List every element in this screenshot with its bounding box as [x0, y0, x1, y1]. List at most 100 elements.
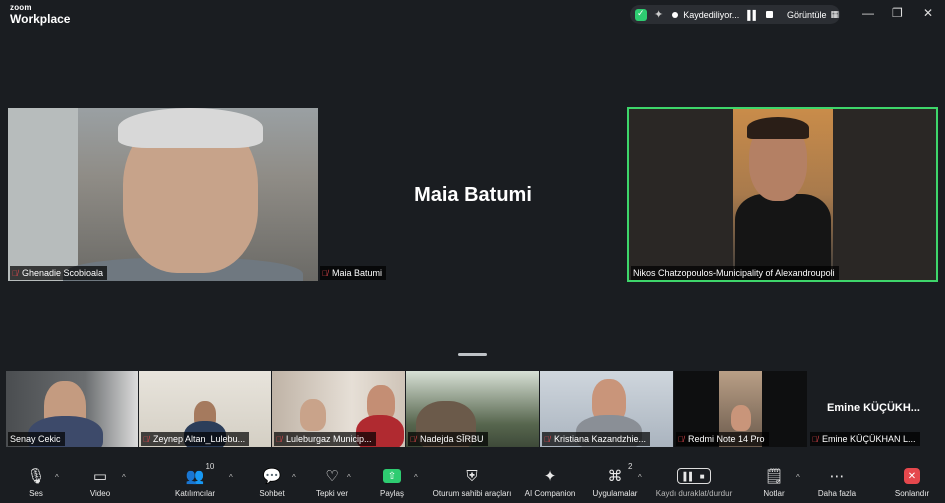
share-options-chevron-icon[interactable]: ^ — [414, 473, 418, 482]
apps-options-chevron-icon[interactable]: ^ — [638, 473, 642, 482]
share-screen-icon: ⇧ — [383, 469, 401, 483]
encryption-shield-icon[interactable] — [635, 8, 647, 21]
ai-companion-icon: ✦ — [543, 468, 557, 485]
participant-hair — [747, 117, 809, 139]
participant-name: Ghenadie Scobioala — [22, 268, 104, 278]
close-icon[interactable]: ✕ — [923, 6, 933, 20]
participant-display-name: Emine KÜÇÜKH... — [827, 402, 920, 414]
more-button[interactable]: ⋯ Daha fazla — [816, 461, 858, 503]
gallery-tile-emine[interactable]: Emine KÜÇÜKH... 🎙̸ Emine KÜÇÜKHAN L... — [808, 371, 939, 447]
notes-label: Notlar — [763, 489, 785, 498]
notes-icon: 🗒 — [764, 468, 784, 485]
video-options-chevron-icon[interactable]: ^ — [122, 473, 126, 482]
audio-label: Ses — [29, 489, 43, 498]
participant-name: Nikos Chatzopoulos-Municipality of Alexa… — [633, 268, 835, 278]
participants-options-chevron-icon[interactable]: ^ — [229, 473, 233, 482]
mic-muted-icon: 🎙̸ — [143, 434, 149, 444]
gallery-tile-nadejda[interactable]: 🎙̸ Nadejda SÎRBU — [406, 371, 539, 447]
more-icon: ⋯ — [829, 468, 845, 485]
share-button[interactable]: ⇧ Paylaş — [376, 461, 408, 503]
participant-name-label: 🎙̸ Maia Batumi — [320, 266, 387, 280]
react-button[interactable]: ♡ Tepki ver — [312, 461, 352, 503]
participant-name-label: 🎙̸ Emine KÜÇÜKHAN L... — [810, 432, 920, 446]
apps-icon: ⌘ 2 — [607, 462, 633, 485]
shield-icon: ⛨ — [466, 467, 478, 485]
recording-dot-icon — [672, 11, 679, 18]
participant-display-name: Maia Batumi — [414, 184, 532, 206]
notes-button[interactable]: 🗒 Notlar — [760, 461, 788, 503]
end-icon: ✕ — [904, 468, 920, 484]
grid-view-icon[interactable]: ▦ — [831, 9, 840, 20]
background-wall — [8, 108, 78, 281]
gallery-tile-redmi[interactable]: 🎙̸ Redmi Note 14 Pro — [674, 371, 807, 447]
microphone-icon: 🎙 — [26, 468, 46, 485]
chat-button[interactable]: 💬 Sohbet — [256, 461, 288, 503]
gallery-tile-luleburgaz[interactable]: 🎙̸ Luleburgaz Municip... — [272, 371, 405, 447]
chat-options-chevron-icon[interactable]: ^ — [292, 473, 296, 482]
recording-status: Kaydediliyor... — [683, 9, 740, 20]
zoom-workplace-logo: zoom Workplace — [10, 3, 71, 26]
camera-icon: ▭ — [92, 468, 108, 485]
participant-name-label: 🎙̸ Redmi Note 14 Pro — [676, 432, 769, 446]
ai-companion-label: AI Companion — [524, 489, 576, 498]
participants-icon: 👥 10 — [185, 462, 215, 485]
gallery-tile-senay[interactable]: Senay Cekic — [6, 371, 138, 447]
participants-button[interactable]: 👥 10 Katılımcılar — [172, 461, 218, 503]
stop-recording-icon[interactable] — [766, 11, 774, 18]
mic-muted-icon: 🎙̸ — [12, 268, 18, 278]
chat-label: Sohbet — [259, 489, 285, 498]
video-button[interactable]: ▭ Video — [84, 461, 116, 503]
host-tools-label: Oturum sahibi araçları — [432, 489, 512, 498]
view-button[interactable]: Görüntüle — [787, 10, 827, 20]
record-control-label: Kaydı duraklat/durdur — [655, 489, 733, 498]
participant-name: Senay Cekic — [10, 434, 61, 444]
minimize-icon[interactable]: — — [862, 6, 874, 20]
pause-stop-recording-icon: ▌▌ ■ — [677, 468, 711, 484]
participant-face — [731, 405, 751, 431]
ai-sparkle-icon[interactable]: ✦ — [654, 8, 663, 21]
mic-muted-icon: 🎙̸ — [678, 434, 684, 444]
react-label: Tepki ver — [315, 489, 348, 498]
apps-button[interactable]: ⌘ 2 Uygulamalar — [590, 461, 640, 503]
participant-name: Emine KÜÇÜKHAN L... — [822, 434, 916, 444]
title-bar: zoom Workplace ✦ Kaydediliyor... ▌▌ Görü… — [0, 0, 945, 30]
end-label: Sonlandır — [894, 489, 930, 498]
participant-name: Nadejda SÎRBU — [420, 434, 484, 444]
participant-name-label: 🎙̸ Zeynep Altan_Lulebu... — [141, 432, 250, 446]
end-meeting-button[interactable]: ✕ Sonlandır — [892, 461, 932, 503]
participant-name: Zeynep Altan_Lulebu... — [153, 434, 246, 444]
audio-options-chevron-icon[interactable]: ^ — [55, 473, 59, 482]
more-label: Daha fazla — [817, 489, 857, 498]
react-options-chevron-icon[interactable]: ^ — [347, 473, 351, 482]
ai-companion-button[interactable]: ✦ AI Companion — [522, 461, 578, 503]
mic-muted-icon: 🎙̸ — [276, 434, 282, 444]
participant-name-label: 🎙̸ Ghenadie Scobioala — [10, 266, 108, 280]
pause-recording-icon[interactable]: ▌▌ — [747, 10, 759, 20]
heart-icon: ♡ — [325, 468, 339, 485]
video-tile-nikos-active-speaker[interactable]: Nikos Chatzopoulos-Municipality of Alexa… — [627, 107, 938, 282]
video-label: Video — [89, 489, 111, 498]
notes-options-chevron-icon[interactable]: ^ — [796, 473, 800, 482]
participant-name: Kristiana Kazandzhie... — [554, 434, 647, 444]
share-label: Paylaş — [379, 489, 404, 498]
video-tile-ghenadie[interactable]: 🎙̸ Ghenadie Scobioala — [8, 108, 318, 281]
restore-icon[interactable]: ❐ — [892, 6, 903, 20]
video-tile-maia[interactable]: Maia Batumi 🎙̸ Maia Batumi — [318, 108, 628, 281]
participant-name: Luleburgaz Municip... — [286, 434, 372, 444]
audio-button[interactable]: 🎙 Ses — [20, 461, 52, 503]
brand-top: zoom — [10, 3, 32, 12]
apps-count: 2 — [628, 462, 633, 471]
meeting-toolbar: 🎙 Ses ^ ▭ Video ^ 👥 10 Katılımcılar ^ 💬 S… — [0, 461, 945, 503]
brand-bottom: Workplace — [10, 12, 71, 26]
record-control-button[interactable]: ▌▌ ■ Kaydı duraklat/durdur — [652, 461, 736, 503]
participant-name-label: 🎙̸ Nadejda SÎRBU — [408, 432, 488, 446]
host-tools-button[interactable]: ⛨ Oturum sahibi araçları — [430, 461, 514, 503]
gallery-tile-zeynep[interactable]: 🎙̸ Zeynep Altan_Lulebu... — [139, 371, 271, 447]
mic-muted-icon: 🎙̸ — [812, 434, 818, 444]
participant-name-label: 🎙̸ Kristiana Kazandzhie... — [542, 432, 651, 446]
participants-label: Katılımcılar — [174, 489, 215, 498]
gallery-tile-kristiana[interactable]: 🎙̸ Kristiana Kazandzhie... — [540, 371, 673, 447]
participant-name-label: Nikos Chatzopoulos-Municipality of Alexa… — [631, 266, 839, 280]
gallery-resize-handle[interactable] — [458, 353, 487, 356]
participants-count: 10 — [205, 462, 215, 471]
